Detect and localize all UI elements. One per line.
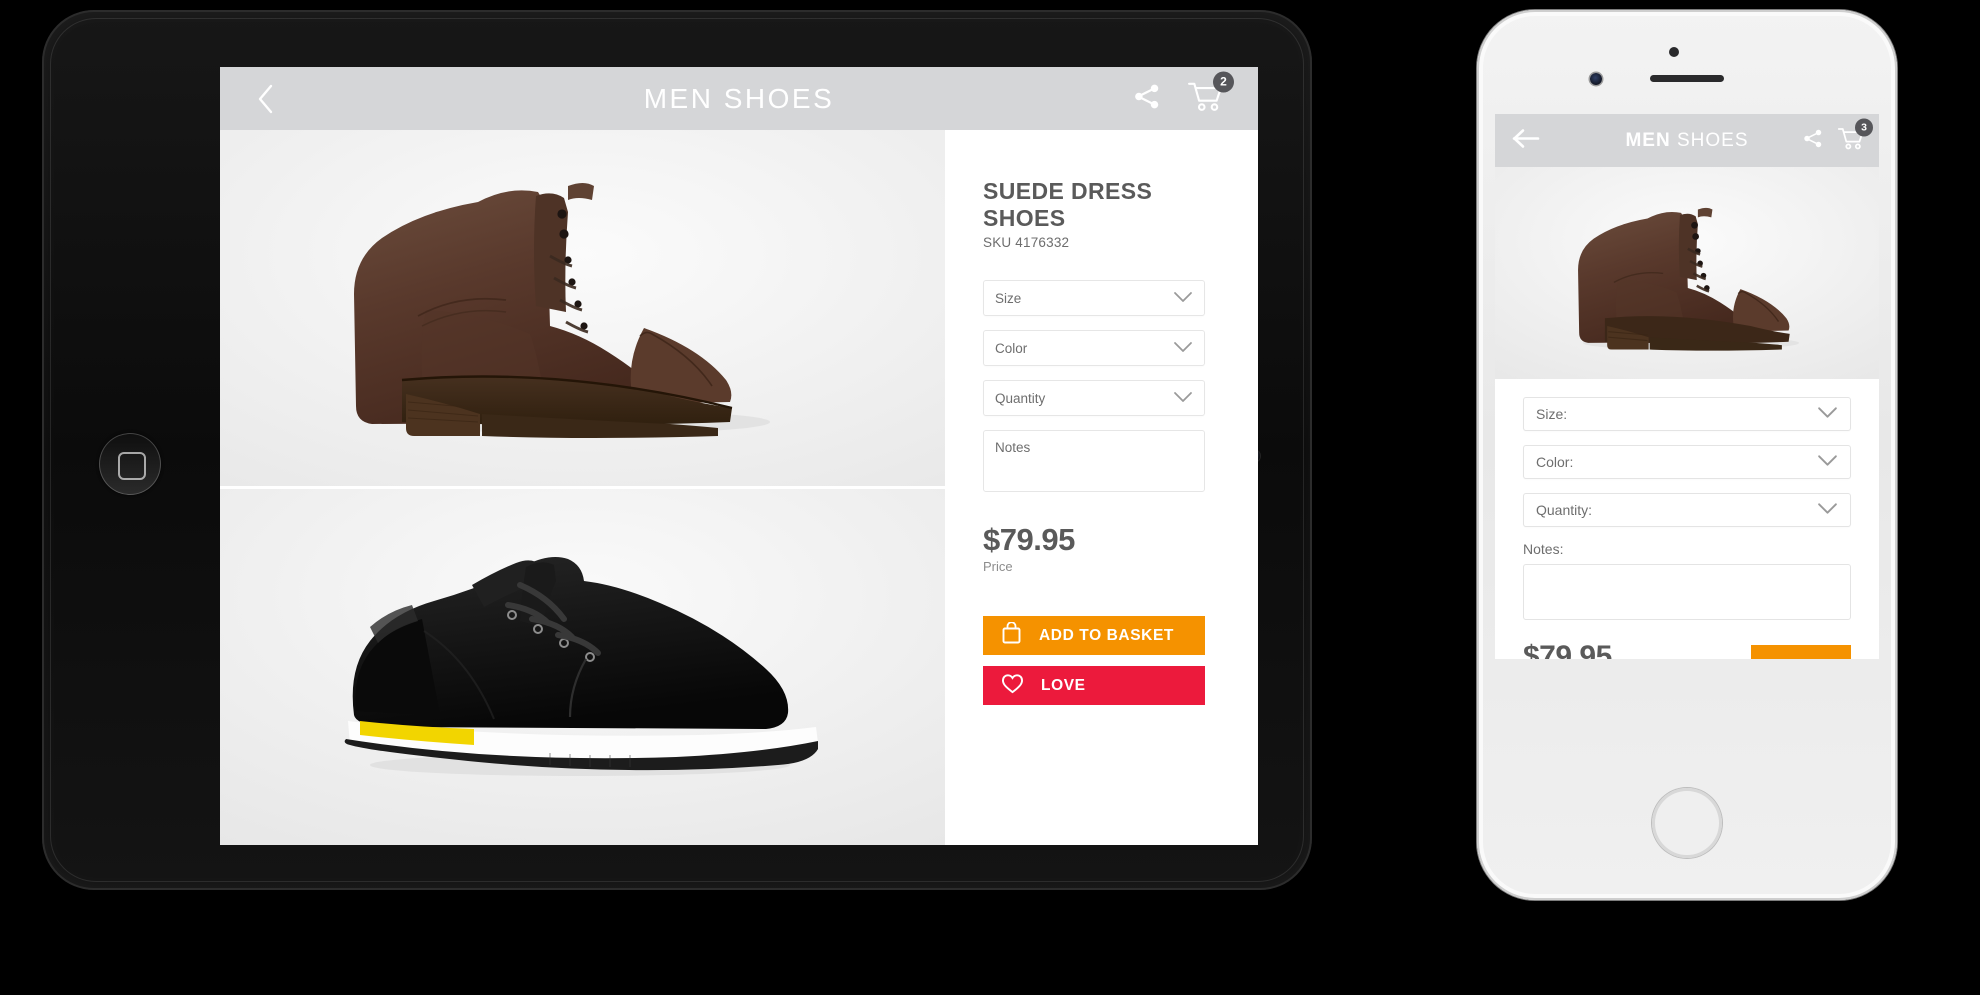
phone-add-button[interactable]: ADD [1751,645,1851,659]
add-to-basket-label: ADD TO BASKET [1039,626,1174,644]
product-title: SUEDE DRESS SHOES [983,178,1153,231]
tablet-app-header: MEN SHOES 2 [220,67,1258,130]
arrow-left-icon [1512,128,1540,148]
product-photo-sneaker[interactable] [220,489,945,845]
cart-badge: 2 [1213,71,1234,92]
phone-screen: MEN SHOES 3 Size: Color: Quantity: Notes… [1495,114,1879,659]
phone-product-photo[interactable] [1495,167,1879,379]
phone-device: MEN SHOES 3 Size: Color: Quantity: Notes… [1477,10,1897,900]
phone-purchase-row: $79.95 Price ADD [1523,640,1851,659]
love-label: LOVE [1041,676,1086,694]
product-gallery [220,130,945,845]
phone-quantity-select[interactable]: Quantity: [1523,493,1851,527]
basket-icon [1001,620,1022,650]
love-button[interactable]: LOVE [983,666,1205,705]
phone-size-select[interactable]: Size: [1523,397,1851,431]
phone-front-camera-icon [1590,73,1602,85]
tablet-screen: MEN SHOES 2 SUEDE DRESS SHOES SKU 417633… [220,67,1258,845]
phone-back-button[interactable] [1511,127,1541,154]
black-sneaker-image [220,489,945,845]
back-button[interactable] [248,82,282,116]
heart-icon [1001,673,1024,699]
phone-product-detail: Size: Color: Quantity: Notes: $79.95 [1495,379,1879,659]
add-to-basket-button[interactable]: ADD TO BASKET [983,616,1205,655]
phone-app-header: MEN SHOES 3 [1495,114,1879,167]
page-title: MEN SHOES [643,82,835,114]
share-icon [1804,129,1822,147]
chevron-down-icon [1173,291,1193,306]
chevron-down-icon [1817,454,1838,470]
quantity-select[interactable]: Quantity [983,380,1205,416]
proximity-sensor-icon [1669,47,1679,57]
cta-group: ADD TO BASKET LOVE [983,616,1205,705]
phone-size-label: Size: [1536,406,1568,422]
phone-home-button[interactable] [1652,788,1722,858]
product-detail-panel: SUEDE DRESS SHOES SKU 4176332 Size Color [945,130,1258,845]
tablet-home-button[interactable] [99,433,161,495]
phone-cart-badge: 3 [1855,118,1873,136]
size-select-label: Size [995,290,1022,306]
cart-button[interactable]: 2 [1188,71,1234,117]
product-sku: SKU 4176332 [983,235,1070,250]
phone-color-select[interactable]: Color: [1523,445,1851,479]
product-photo-boot[interactable] [220,130,945,486]
chevron-down-icon [1817,406,1838,422]
share-icon [1135,84,1159,108]
tablet-header-actions: 2 [1132,71,1234,117]
price-block: $79.95 Price [983,522,1220,574]
quantity-select-label: Quantity [995,390,1046,406]
color-select-label: Color [995,340,1028,356]
phone-quantity-label: Quantity: [1536,502,1593,518]
product-options: Size Color Quantity Notes [983,280,1220,492]
phone-share-button[interactable] [1802,127,1824,154]
phone-color-label: Color: [1536,454,1574,470]
brown-boot-image [220,130,945,486]
notes-placeholder: Notes [995,440,1031,455]
phone-cart-button[interactable]: 3 [1837,118,1873,155]
phone-header-actions: 3 [1802,118,1873,155]
share-button[interactable] [1132,81,1162,116]
size-select[interactable]: Size [983,280,1205,316]
phone-notes-input[interactable] [1523,564,1851,620]
notes-input[interactable]: Notes [983,430,1205,492]
screenshot-stage: MEN SHOES 2 SUEDE DRESS SHOES SKU 417633… [0,0,1980,995]
chevron-down-icon [1817,502,1838,518]
chevron-down-icon [1173,391,1193,406]
tablet-device: MEN SHOES 2 SUEDE DRESS SHOES SKU 417633… [42,10,1312,890]
tablet-content: SUEDE DRESS SHOES SKU 4176332 Size Color [220,130,1258,845]
phone-earpiece-speaker [1650,75,1724,82]
price-value: $79.95 [983,522,1075,557]
brown-boot-image [1495,167,1879,379]
price-label: Price [983,559,1013,574]
phone-title-light: SHOES [1676,129,1749,151]
chevron-down-icon [1173,341,1193,356]
phone-notes-label: Notes: [1523,541,1564,557]
chevron-left-icon [258,84,273,113]
phone-title-bold: MEN [1625,129,1671,151]
phone-price-value: $79.95 [1523,640,1612,659]
color-select[interactable]: Color [983,330,1205,366]
phone-price-block: $79.95 Price [1523,640,1612,659]
